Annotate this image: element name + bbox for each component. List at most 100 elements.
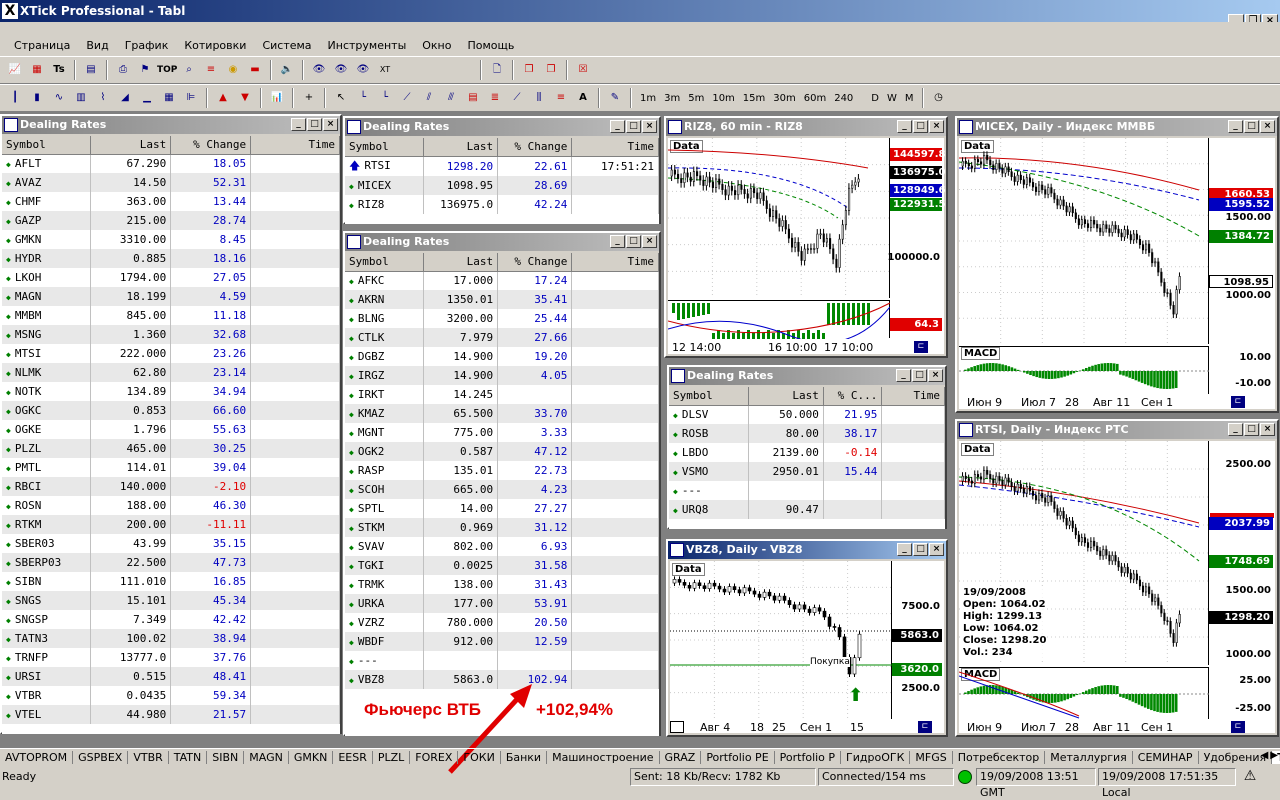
table-row[interactable]: ◆ AVAZ 14.50 52.31: [2, 173, 340, 192]
down-arrow-icon[interactable]: ▼: [235, 88, 255, 108]
table-row[interactable]: ◆ OGKE 1.796 55.63: [2, 420, 340, 439]
table-row[interactable]: ◆ VZRZ 780.000 20.50: [345, 613, 659, 632]
page-tab[interactable]: СЕМИНАР: [1133, 751, 1199, 764]
top-icon[interactable]: TOP: [157, 60, 177, 80]
page-tab[interactable]: GRAZ: [660, 751, 702, 764]
table-row[interactable]: ◆ DGBZ 14.900 19.20: [345, 347, 659, 366]
table-row[interactable]: ◆ VSMO 2950.01 15.44: [669, 462, 945, 481]
column-header[interactable]: % Change: [170, 136, 252, 155]
timeframe-button[interactable]: W: [883, 93, 901, 104]
page-tab[interactable]: AVTOPROM: [0, 751, 74, 764]
minimize-icon[interactable]: _: [610, 235, 625, 248]
table-icon[interactable]: ▦: [27, 60, 47, 80]
warning-icon[interactable]: ⚠: [1240, 768, 1260, 786]
column-header[interactable]: Time: [881, 387, 945, 406]
close-icon[interactable]: ×: [929, 120, 944, 133]
eye2-icon[interactable]: 👁: [331, 60, 351, 80]
column-header[interactable]: Symbol: [345, 138, 424, 157]
page-tab[interactable]: PLZL: [373, 751, 411, 764]
histogram-icon[interactable]: ▁: [137, 88, 157, 108]
page-tab[interactable]: Машиностроение: [547, 751, 660, 764]
table-row[interactable]: 🡅 RTSI 1298.20 22.61 17:51:21: [345, 156, 659, 176]
table-row[interactable]: ◆ VTEL 44.980 21.57: [2, 705, 340, 724]
column-header[interactable]: Symbol: [2, 136, 92, 155]
maximize-icon[interactable]: □: [913, 543, 928, 556]
table-row[interactable]: ◆ AFKC 17.000 17.24: [345, 271, 659, 290]
area-icon[interactable]: ◢: [115, 88, 135, 108]
close-icon[interactable]: ×: [323, 118, 338, 131]
table-row[interactable]: ◆ DLSV 50.000 21.95: [669, 405, 945, 424]
chart-settings-icon[interactable]: ⊏: [1231, 396, 1245, 408]
table-row[interactable]: ◆ ROSN 188.00 46.30: [2, 496, 340, 515]
table-row[interactable]: ◆ VTBR 0.0435 59.34: [2, 686, 340, 705]
page-tab[interactable]: GMKN: [289, 751, 334, 764]
table-row[interactable]: ◆ TGKI 0.0025 31.58: [345, 556, 659, 575]
trendline-icon[interactable]: ⟋: [397, 88, 417, 108]
candles-icon[interactable]: ▮: [27, 88, 47, 108]
cascade-icon[interactable]: ❐: [519, 60, 539, 80]
close-icon[interactable]: ×: [928, 369, 943, 382]
table-row[interactable]: ◆ NLMK 62.80 23.14: [2, 363, 340, 382]
table-row[interactable]: ◆ HYDR 0.885 18.16: [2, 249, 340, 268]
table-row[interactable]: ◆ MTSI 222.000 23.26: [2, 344, 340, 363]
table-row[interactable]: ◆ MAGN 18.199 4.59: [2, 287, 340, 306]
price-plot[interactable]: Data: [668, 138, 890, 298]
ts-icon[interactable]: Ts: [49, 60, 69, 80]
table-row[interactable]: ◆ OGK2 0.587 47.12: [345, 442, 659, 461]
stats-icon[interactable]: ▦: [159, 88, 179, 108]
orders-icon[interactable]: ≡: [201, 60, 221, 80]
macd-plot[interactable]: MACD: [959, 346, 1209, 394]
table-row[interactable]: ◆ CHMF 363.00 13.44: [2, 192, 340, 211]
table-row[interactable]: ◆ URSI 0.515 48.41: [2, 667, 340, 686]
timeframe-button[interactable]: 10m: [708, 93, 738, 104]
menu-item[interactable]: Инструменты: [320, 39, 415, 52]
table-row[interactable]: ◆ STKM 0.969 31.12: [345, 518, 659, 537]
timeframe-button[interactable]: M: [901, 93, 918, 104]
page-tab[interactable]: FOREX: [410, 751, 459, 764]
table-row[interactable]: ◆ ---: [669, 481, 945, 500]
table-row[interactable]: ◆ SCOH 665.00 4.23: [345, 480, 659, 499]
column-header[interactable]: Symbol: [669, 387, 749, 406]
close-icon[interactable]: ×: [1260, 423, 1275, 436]
table-row[interactable]: ◆ SNGSP 7.349 42.42: [2, 610, 340, 629]
search-icon[interactable]: ⌕: [179, 60, 199, 80]
maximize-icon[interactable]: □: [626, 235, 641, 248]
table-row[interactable]: ◆ SBERP03 22.500 47.73: [2, 553, 340, 572]
maximize-icon[interactable]: □: [1244, 120, 1259, 133]
menu-item[interactable]: Страница: [6, 39, 78, 52]
print-icon[interactable]: ⎙: [113, 60, 133, 80]
menu-item[interactable]: Помощь: [459, 39, 522, 52]
column-header[interactable]: % Change: [497, 138, 573, 157]
menu-item[interactable]: Окно: [414, 39, 459, 52]
minimize-icon[interactable]: _: [897, 543, 912, 556]
column-header[interactable]: % C...: [823, 387, 883, 406]
pen-icon[interactable]: ✎: [605, 88, 625, 108]
close-icon[interactable]: ×: [642, 235, 657, 248]
table-row[interactable]: ◆ TATN3 100.02 38.94: [2, 629, 340, 648]
chart-settings-icon[interactable]: ⊏: [918, 721, 932, 733]
menu-item[interactable]: Котировки: [176, 39, 254, 52]
table-row[interactable]: ◆ KMAZ 65.500 33.70: [345, 404, 659, 423]
page-tab[interactable]: Portfolio PE: [701, 751, 775, 764]
column-header[interactable]: Symbol: [345, 253, 424, 272]
table-row[interactable]: ◆ MSNG 1.360 32.68: [2, 325, 340, 344]
table-row[interactable]: ◆ URKA 177.00 53.91: [345, 594, 659, 613]
page-tab[interactable]: Металлургия: [1045, 751, 1133, 764]
timeframe-button[interactable]: 5m: [684, 93, 708, 104]
page-tab[interactable]: Потребсектор: [953, 751, 1046, 764]
align-icon[interactable]: ⊫: [181, 88, 201, 108]
new-page-icon[interactable]: 🗋: [487, 60, 507, 80]
page-tab[interactable]: TATN: [169, 751, 208, 764]
tile-icon[interactable]: ❐: [541, 60, 561, 80]
coins-icon[interactable]: ◉: [223, 60, 243, 80]
clock-icon[interactable]: ◷: [929, 88, 949, 108]
table-row[interactable]: ◆ PLZL 465.00 30.25: [2, 439, 340, 458]
table-row[interactable]: ◆ URQ8 90.47: [669, 500, 945, 519]
minimize-icon[interactable]: _: [897, 120, 912, 133]
column-header[interactable]: Time: [571, 138, 659, 157]
column-header[interactable]: Last: [90, 136, 172, 155]
scanner-icon[interactable]: ⚑: [135, 60, 155, 80]
table-row[interactable]: ◆ RASP 135.01 22.73: [345, 461, 659, 480]
cycles-icon[interactable]: ⫼: [529, 88, 549, 108]
timeframe-button[interactable]: 3m: [660, 93, 684, 104]
